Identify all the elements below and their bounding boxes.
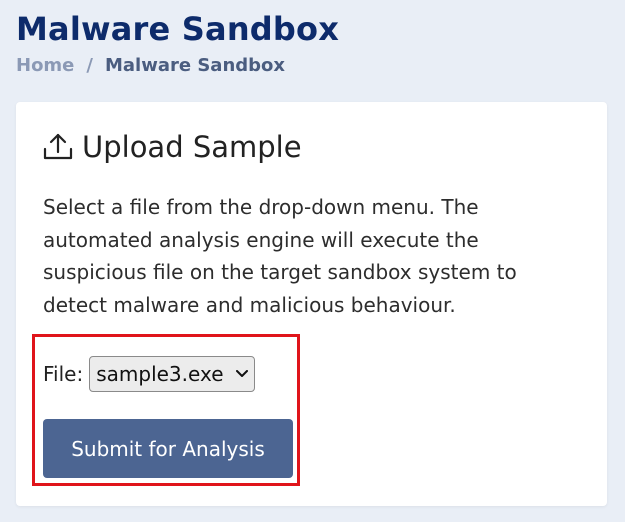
breadcrumb-home-link[interactable]: Home bbox=[16, 55, 74, 76]
upload-icon bbox=[43, 133, 73, 160]
breadcrumb-separator: / bbox=[86, 55, 93, 76]
card-title: Upload Sample bbox=[82, 130, 302, 164]
file-row: File: sample3.exe bbox=[43, 356, 255, 392]
card-description: Select a file from the drop-down menu. T… bbox=[43, 195, 517, 317]
chevron-down-icon bbox=[235, 366, 248, 382]
breadcrumb-current: Malware Sandbox bbox=[104, 55, 286, 76]
file-label: File: bbox=[43, 362, 84, 386]
upload-card: Upload Sample Select a file from the dro… bbox=[16, 102, 607, 506]
file-select[interactable]: sample3.exe bbox=[89, 356, 255, 392]
card-header: Upload Sample bbox=[42, 130, 302, 164]
breadcrumb: Home / Malware Sandbox bbox=[16, 55, 285, 76]
file-select-value: sample3.exe bbox=[96, 362, 224, 386]
page-title: Malware Sandbox bbox=[16, 10, 340, 48]
submit-button[interactable]: Submit for Analysis bbox=[43, 419, 293, 478]
